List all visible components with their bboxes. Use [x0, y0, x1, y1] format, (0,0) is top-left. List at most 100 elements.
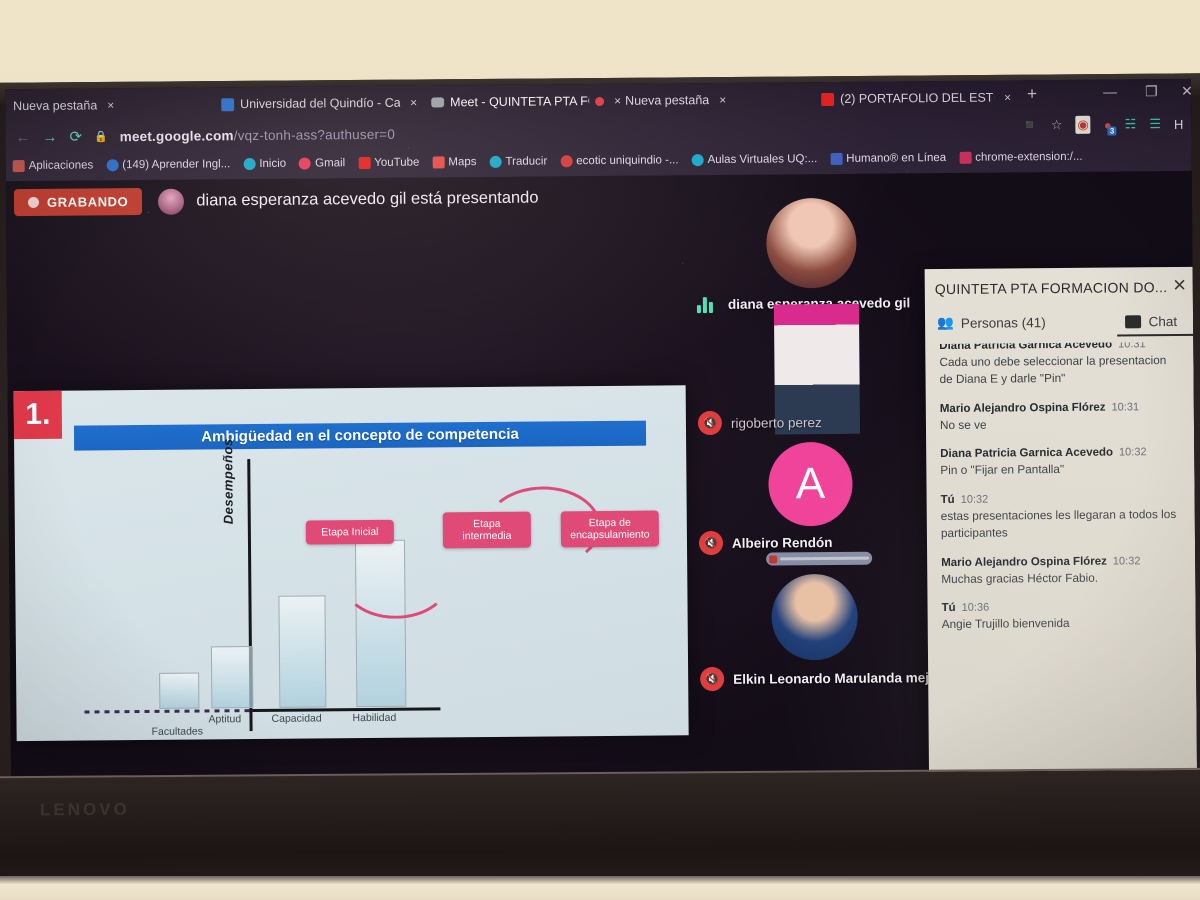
chat-message-header: Tú 10:36: [942, 600, 1182, 614]
presented-slide[interactable]: 1. Ambigüedad en el concepto de competen…: [13, 385, 689, 742]
maps-icon: [432, 155, 445, 168]
address-bar[interactable]: meet.google.com/vqz-tonh-ass?authuser=0: [120, 126, 395, 143]
chart-xtick-capacidad: Capacidad: [271, 712, 322, 725]
chart-x-axis: [252, 707, 441, 713]
participant-tile-2[interactable]: A 🔇 Albeiro Rendón: [690, 441, 941, 578]
youtube-icon: [358, 156, 371, 169]
meet-icon: [431, 97, 445, 108]
bookmark-gmail[interactable]: Gmail: [299, 157, 345, 170]
presenting-indicator: diana esperanza acevedo gil está present…: [158, 185, 539, 215]
chat-message: Tú 10:32 estas presentaciones les llegara…: [941, 492, 1181, 542]
tab-close-icon[interactable]: ×: [1004, 90, 1011, 104]
stage-box-intermedia-line2: intermedia: [462, 529, 512, 543]
browser-tab-0[interactable]: Nueva pestaña ×: [13, 91, 209, 119]
participant-name: Elkin Leonardo Marulanda mejia: [733, 669, 941, 687]
url-domain: meet.google.com: [119, 127, 234, 144]
tab-title: Nueva pestaña: [625, 93, 710, 108]
presenting-text: diana esperanza acevedo gil está present…: [196, 188, 539, 210]
chat-text: Cada uno debe seleccionar la presentacio…: [939, 353, 1167, 386]
chat-time: 10:31: [1111, 400, 1140, 414]
bookmark-youtube[interactable]: YouTube: [358, 156, 419, 169]
star-icon[interactable]: ☆: [1051, 117, 1063, 133]
chat-author: Mario Alejandro Ospina Flórez: [939, 401, 1106, 415]
google-icon: [560, 154, 573, 167]
chart-y-axis-label: Desempeños: [220, 438, 236, 525]
participant-name-row: 🔇 rigoberto perez: [697, 410, 822, 436]
bookmark-inicio[interactable]: Inicio: [243, 157, 287, 170]
browser-tab-3[interactable]: Nueva pestaña ×: [625, 86, 805, 114]
new-tab-button[interactable]: +: [1027, 84, 1037, 104]
tab-close-icon[interactable]: ×: [614, 94, 621, 108]
extension-cat-icon[interactable]: ◉: [1075, 115, 1091, 134]
globe-icon: [243, 157, 256, 170]
banner-text-placeholder: [780, 556, 870, 561]
chat-icon: [1125, 314, 1142, 328]
chat-text: No se ve: [939, 417, 987, 432]
back-icon[interactable]: ←: [15, 128, 30, 145]
chat-message: Mario Alejandro Ospina Flórez 10:32 Mucha…: [941, 554, 1181, 587]
chat-message-list[interactable]: Diana Patricia Garnica Acevedo 10:31 Cada…: [925, 342, 1196, 744]
chat-time: 10:32: [960, 493, 989, 506]
bookmark-ecotic[interactable]: ecotic uniquindio -...: [560, 153, 679, 167]
bookmark-maps[interactable]: Maps: [432, 155, 477, 168]
reading-list-icon[interactable]: ☰: [1149, 116, 1161, 132]
lock-icon: 🔒: [93, 130, 108, 143]
window-maximize-button[interactable]: ❐: [1145, 83, 1158, 100]
close-icon[interactable]: ✕: [1172, 276, 1186, 296]
window-minimize-button[interactable]: —: [1103, 83, 1117, 99]
bookmark-traducir[interactable]: Traducir: [489, 155, 547, 168]
reload-icon[interactable]: ⟳: [69, 128, 82, 146]
tab-title: Meet - QUINTETA PTA FO: [450, 94, 590, 110]
tab-title: (2) PORTAFOLIO DEL ESTUD: [840, 90, 995, 106]
tab-close-icon[interactable]: ×: [719, 93, 726, 107]
bookmark-humano-en-linea[interactable]: Humano® en Línea: [830, 151, 946, 165]
chart-bar-capacidad: [278, 595, 327, 708]
classroom-icon: [106, 158, 119, 171]
presenter-avatar: [158, 188, 185, 215]
bookmark-aplicaciones[interactable]: Aplicaciones: [12, 159, 94, 172]
chart-xtick-facultades: Facultades: [151, 725, 204, 738]
google-meet-app: GRABANDO diana esperanza acevedo gil est…: [5, 170, 1197, 782]
laptop-screen: Nueva pestaña × Universidad del Quindío …: [5, 78, 1197, 782]
chat-panel-header: QUINTETA PTA FORMACION DO... ✕: [925, 267, 1193, 309]
bookmark-aulas-virtuales[interactable]: Aulas Virtuales UQ:...: [691, 153, 817, 166]
recording-label: GRABANDO: [46, 194, 129, 210]
chart-xtick-habilidad: Habilidad: [352, 711, 397, 725]
chat-panel-tabs: 👥 Personas (41) Chat: [925, 307, 1193, 331]
tab-personas[interactable]: 👥 Personas (41): [937, 314, 1046, 331]
mic-off-icon: 🔇: [700, 666, 725, 692]
url-path: /vqz-tonh-ass?authuser=0: [233, 126, 396, 143]
calendar-icon: [221, 97, 235, 111]
bookmark-chrome-extension[interactable]: chrome-extension:/...: [959, 150, 1083, 164]
chat-author: Diana Patricia Garnica Acevedo: [939, 341, 1113, 353]
chat-time: 10:32: [1112, 554, 1141, 568]
camera-icon[interactable]: ◾: [1022, 117, 1038, 133]
bookmark-label: ecotic uniquindio -...: [576, 153, 679, 167]
tab-close-icon[interactable]: ×: [107, 98, 114, 112]
browser-tab-4[interactable]: (2) PORTAFOLIO DEL ESTUD ×: [821, 84, 1011, 112]
stage-box-intermedia: Etapa intermedia: [442, 511, 532, 549]
bookmark-label: Aulas Virtuales UQ:...: [707, 152, 818, 166]
participant-tile-1[interactable]: 🔇 rigoberto perez: [689, 303, 940, 450]
gmail-icon: [299, 157, 312, 170]
slide-number-badge: 1.: [13, 390, 63, 440]
forward-icon[interactable]: →: [42, 128, 57, 145]
profile-avatar[interactable]: H: [1174, 116, 1184, 131]
bookmark-aprender-ingles[interactable]: (149) Aprender Ingl...: [106, 158, 230, 171]
desk-surface: [0, 876, 1200, 900]
browser-tab-2[interactable]: Meet - QUINTETA PTA FO ×: [431, 88, 621, 116]
bookmark-label: Inicio: [259, 157, 287, 170]
stage-box-intermedia-line1: Etapa: [473, 517, 501, 531]
chat-message-header: Mario Alejandro Ospina Flórez 10:31: [939, 400, 1180, 415]
people-icon: 👥: [937, 314, 954, 331]
browser-tab-1[interactable]: Universidad del Quindío - Ca ×: [221, 90, 417, 118]
chat-time: 10:32: [1118, 446, 1147, 459]
participant-tile-3[interactable]: 🔇 Elkin Leonardo Marulanda mejia: [691, 573, 942, 705]
bookmark-label: Traducir: [505, 154, 548, 168]
tab-chat[interactable]: Chat: [1125, 313, 1177, 329]
extension-badge-icon[interactable]: ● 3: [1104, 117, 1117, 136]
puzzle-icon[interactable]: ☵: [1125, 116, 1137, 132]
tab-close-icon[interactable]: ×: [410, 96, 417, 110]
stage-box-inicial: Etapa Inicial: [305, 519, 394, 545]
photo-of-laptop-screen: Nueva pestaña × Universidad del Quindío …: [0, 0, 1200, 900]
